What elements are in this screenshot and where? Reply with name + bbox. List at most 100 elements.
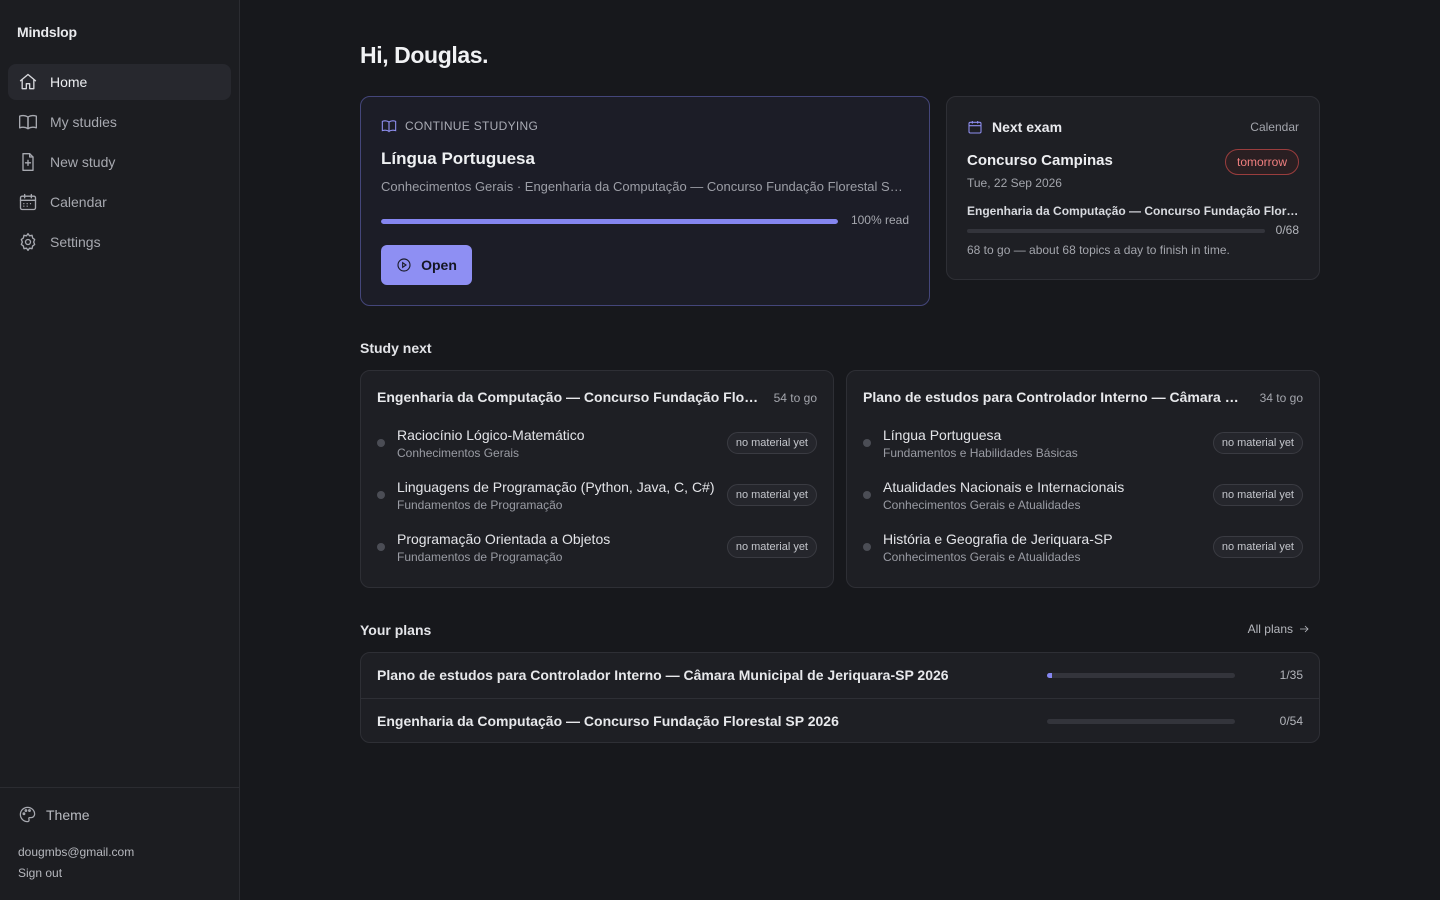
material-badge: no material yet [1212,484,1303,506]
topic-subject: Conhecimentos Gerais e Atualidades [883,498,1081,512]
status-dot [863,543,871,551]
sidebar-item-label: My studies [50,114,117,130]
status-dot [863,439,871,447]
next-exam-card: Next exam Calendar Concurso Campinas tom… [946,96,1320,280]
theme-button[interactable]: Theme [18,805,90,824]
calendar-link[interactable]: Calendar [1250,120,1299,134]
study-next-heading: Study next [360,340,432,356]
plan-progress-fill [1047,673,1053,678]
topic-name: História e Geografia de Jeriquara-SP [883,531,1113,547]
plans-list: Plano de estudos para Controlador Intern… [360,652,1320,743]
continue-progress-bar [381,219,838,224]
user-email: dougmbs@gmail.com [18,845,135,859]
open-button-label: Open [421,257,457,273]
continue-title: Língua Portuguesa [381,149,535,168]
material-badge: no material yet [726,484,817,506]
next-exam-heading-label: Next exam [992,119,1063,135]
exam-pace-note: 68 to go — about 68 topics a day to fini… [967,243,1230,257]
exam-when-badge: tomorrow [1224,149,1299,175]
material-badge: no material yet [1212,432,1303,454]
sidebar-nav: Home My studies New study Calendar Setti… [8,64,231,264]
plan-row[interactable]: Plano de estudos para Controlador Intern… [361,653,1319,698]
study-card-remaining: 54 to go [773,391,817,405]
status-dot [377,491,385,499]
plan-progress-count: 1/35 [1279,668,1303,682]
continue-progress-label: 100% read [850,213,909,227]
exam-plan-name: Engenharia da Computação — Concurso Fund… [967,204,1300,218]
study-card-title: Plano de estudos para Controlador Intern… [863,389,1245,405]
topic-name: Linguagens de Programação (Python, Java,… [397,479,715,495]
topic-item[interactable]: Língua Portuguesa Fundamentos e Habilida… [863,427,1303,467]
plan-progress-count: 0/54 [1279,714,1303,728]
topic-item[interactable]: História e Geografia de Jeriquara-SP Con… [863,531,1303,571]
continue-progress-fill [381,219,838,224]
study-card-title: Engenharia da Computação — Concurso Fund… [377,389,759,405]
study-next-card: Engenharia da Computação — Concurso Fund… [360,370,834,588]
topic-subject: Fundamentos de Programação [397,550,563,564]
play-circle-icon [397,258,411,272]
plan-progress-bar [1047,719,1235,724]
topic-name: Programação Orientada a Objetos [397,531,611,547]
palette-icon [19,806,36,823]
topic-item[interactable]: Raciocínio Lógico-Matemático Conheciment… [377,427,817,467]
home-icon [19,73,37,90]
plan-name: Engenharia da Computação — Concurso Fund… [377,713,839,729]
app-logo-text: Mindslop [17,24,77,40]
topic-subject: Fundamentos de Programação [397,498,563,512]
arrow-right-icon [1300,625,1309,633]
all-plans-link[interactable]: All plans [1248,622,1310,636]
calendar-icon [968,121,982,134]
material-badge: no material yet [726,432,817,454]
page-title: Hi, Douglas. [360,42,489,68]
sidebar-item-label: Settings [50,234,101,250]
status-dot [377,439,385,447]
continue-studying-card: CONTINUE STUDYING Língua Portuguesa Conh… [360,96,930,306]
sidebar-item-settings[interactable]: Settings [8,224,231,260]
continue-kicker-label: CONTINUE STUDYING [405,119,539,133]
sidebar-footer: Theme dougmbs@gmail.com Sign out [0,787,239,900]
status-dot [863,491,871,499]
exam-progress-count: 0/68 [1275,223,1299,237]
topic-item[interactable]: Atualidades Nacionais e Internacionais C… [863,479,1303,519]
topic-name: Raciocínio Lógico-Matemático [397,427,585,443]
sidebar-item-label: Calendar [50,194,107,210]
material-badge: no material yet [726,536,817,558]
topic-subject: Conhecimentos Gerais e Atualidades [883,550,1081,564]
material-badge: no material yet [1212,536,1303,558]
topic-subject: Conhecimentos Gerais [397,446,520,460]
sidebar: Mindslop Home My studies New study Calen… [0,0,240,900]
sidebar-item-label: New study [50,154,116,170]
study-next-card: Plano de estudos para Controlador Intern… [846,370,1320,588]
topic-name: Língua Portuguesa [883,427,1002,443]
open-button[interactable]: Open [381,245,472,285]
next-exam-heading: Next exam [967,119,1062,135]
exam-title: Concurso Campinas [967,152,1113,169]
sidebar-item-new-study[interactable]: New study [8,144,231,180]
plan-progress-bar [1047,673,1235,678]
continue-kicker: CONTINUE STUDYING [381,118,538,134]
file-plus-icon [22,153,34,171]
status-dot [377,543,385,551]
sidebar-item-my-studies[interactable]: My studies [8,104,231,140]
exam-date: Tue, 22 Sep 2026 [967,176,1062,190]
your-plans-heading: Your plans [360,622,432,638]
topic-name: Atualidades Nacionais e Internacionais [883,479,1125,495]
topic-item[interactable]: Programação Orientada a Objetos Fundamen… [377,531,817,571]
plan-row[interactable]: Engenharia da Computação — Concurso Fund… [361,698,1319,742]
calendar-icon [19,193,37,211]
book-icon [381,120,397,133]
sign-out-link[interactable]: Sign out [18,866,62,880]
sidebar-item-home[interactable]: Home [8,64,231,100]
topic-item[interactable]: Linguagens de Programação (Python, Java,… [377,479,817,519]
continue-subtitle: Conhecimentos Gerais · Engenharia da Com… [381,179,903,194]
topic-subject: Fundamentos e Habilidades Básicas [883,446,1078,460]
all-plans-label: All plans [1247,622,1293,636]
sidebar-item-label: Home [50,74,88,90]
theme-label: Theme [46,806,90,823]
study-card-remaining: 34 to go [1259,391,1303,405]
sidebar-item-calendar[interactable]: Calendar [8,184,231,220]
plan-name: Plano de estudos para Controlador Intern… [377,667,949,683]
gear-icon [20,233,36,251]
exam-progress-bar [967,229,1265,233]
book-icon [19,114,37,130]
